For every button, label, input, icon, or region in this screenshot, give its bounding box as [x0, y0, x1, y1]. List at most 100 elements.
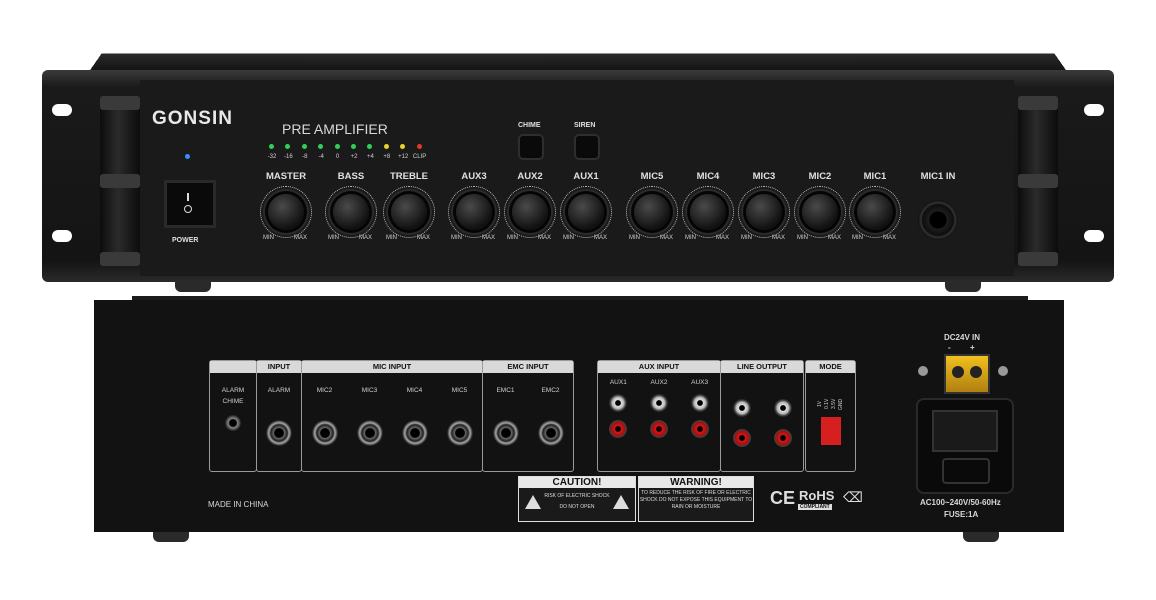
knob-min-label: MIN	[629, 235, 640, 241]
rack-hole	[52, 104, 72, 116]
aux-input-header: AUX INPUT	[598, 361, 720, 373]
emc-input-jack-emc1[interactable]	[492, 420, 519, 446]
knob-treble[interactable]	[391, 194, 427, 230]
line-output-rca-right-red[interactable]	[773, 429, 792, 447]
mic-input-column: MIC4	[401, 387, 428, 446]
knob-max-label: MAX	[594, 235, 608, 241]
mic-input-label: MIC3	[361, 387, 378, 394]
level-led	[334, 144, 340, 149]
emc-input-column: EMC1	[492, 387, 519, 446]
emc-input-header: EMC INPUT	[483, 361, 573, 373]
knob-max-label: MAX	[883, 235, 897, 241]
input-alarm-label: ALARM	[267, 387, 291, 394]
power-label: POWER	[172, 237, 199, 244]
aux-input-column: AUX1	[609, 379, 628, 438]
mic-input-label: MIC4	[406, 387, 423, 394]
knob-bass[interactable]	[333, 194, 369, 230]
rack-hole	[1084, 104, 1104, 116]
siren-label: SIREN	[574, 122, 596, 129]
chime-label-rear: CHIME	[222, 398, 244, 405]
aux-rca-red-aux3[interactable]	[690, 420, 709, 438]
level-led-label: +4	[366, 154, 374, 160]
right-handle[interactable]	[1018, 96, 1058, 266]
aux-input-label: AUX2	[650, 379, 668, 386]
level-led	[416, 144, 422, 149]
dc-plus: +	[970, 343, 975, 352]
weee-bin-icon: ⌫	[843, 489, 863, 505]
fuse-label: FUSE:1A	[944, 510, 979, 519]
knob-aux1[interactable]	[568, 194, 604, 230]
emc-input-label: EMC1	[496, 387, 515, 394]
rack-hole	[52, 230, 72, 242]
warning-line-2: SHOCK DO NOT EXPOSE THIS EQUIPMENT TO	[639, 497, 753, 503]
mode-section: MODE 1V 0.1V 3.5V GND	[805, 360, 856, 472]
mic-input-jack-mic3[interactable]	[356, 420, 383, 446]
knob-label-aux2: AUX2	[517, 171, 543, 182]
input-header: INPUT	[257, 361, 301, 373]
dc-terminal-block[interactable]	[944, 354, 990, 394]
knob-mic4[interactable]	[690, 194, 726, 230]
knob-max-label: MAX	[482, 235, 496, 241]
mic1-input-jack[interactable]	[918, 200, 958, 240]
foot	[175, 282, 211, 292]
knob-mic2[interactable]	[802, 194, 838, 230]
emc-input-jack-emc2[interactable]	[537, 420, 564, 446]
mic-input-column: MIC3	[356, 387, 383, 446]
line-output-rca-left-white[interactable]	[732, 399, 751, 417]
knob-min-label: MIN	[852, 235, 863, 241]
line-output-rca-right-white[interactable]	[773, 399, 792, 417]
aux-rca-white-aux3[interactable]	[690, 394, 709, 412]
knob-mic3[interactable]	[746, 194, 782, 230]
knob-master[interactable]	[268, 194, 304, 230]
mode-option-label: 1V	[817, 400, 823, 408]
level-led-label: -4	[318, 154, 324, 160]
power-switch[interactable]	[164, 180, 216, 228]
knob-label-aux3: AUX3	[461, 171, 487, 182]
mic-input-jack-mic4[interactable]	[401, 420, 428, 446]
mode-dip-switch[interactable]	[820, 417, 841, 445]
knob-min-label: MIN	[328, 235, 339, 241]
caution-label: CAUTION! RISK OF ELECTRIC SHOCK DO NOT O…	[518, 476, 636, 522]
rohs-mark: RoHS	[799, 488, 835, 503]
caution-title: CAUTION!	[519, 477, 635, 488]
knob-min-label: MIN	[451, 235, 462, 241]
ac-power-inlet[interactable]	[916, 398, 1014, 494]
lightning-triangle-icon	[613, 495, 629, 509]
mic-input-jack-mic5[interactable]	[446, 420, 473, 446]
alarm-label: ALARM	[221, 387, 245, 394]
knob-max-label: MAX	[716, 235, 730, 241]
line-output-rca-left-red[interactable]	[732, 429, 751, 447]
aux-rca-white-aux2[interactable]	[649, 394, 668, 412]
aux-rca-red-aux1[interactable]	[609, 420, 628, 438]
siren-button[interactable]	[574, 134, 600, 160]
knob-min-label: MIN	[386, 235, 397, 241]
aux-rca-white-aux1[interactable]	[609, 394, 628, 412]
knob-mic1[interactable]	[857, 194, 893, 230]
knob-label-aux1: AUX1	[573, 171, 599, 182]
chime-button[interactable]	[518, 134, 544, 160]
knob-mic5[interactable]	[634, 194, 670, 230]
knob-min-label: MIN	[263, 235, 274, 241]
alarm-input-jack[interactable]	[266, 420, 292, 446]
knob-label-mic2: MIC2	[808, 171, 832, 182]
knob-max-label: MAX	[828, 235, 842, 241]
warning-line-1: TO REDUCE THE RISK OF FIRE OR ELECTRIC	[641, 490, 751, 496]
aux-input-column: AUX3	[690, 379, 709, 438]
alarm-chime-section: ALARM CHIME	[209, 360, 257, 472]
knob-max-label: MAX	[538, 235, 552, 241]
mode-option-label: GND	[838, 398, 844, 410]
chime-jack[interactable]	[225, 415, 241, 431]
aux-rca-red-aux2[interactable]	[649, 420, 668, 438]
knob-min-label: MIN	[563, 235, 574, 241]
knob-min-label: MIN	[797, 235, 808, 241]
left-handle[interactable]	[100, 96, 140, 266]
knob-aux3[interactable]	[456, 194, 492, 230]
knob-label-bass: BASS	[337, 171, 365, 182]
knob-label-treble: TREBLE	[390, 171, 428, 182]
rack-hole	[1084, 230, 1104, 242]
rohs-compliant: COMPLIANT	[798, 504, 832, 510]
level-led-label: +12	[398, 154, 409, 160]
mic-input-jack-mic2[interactable]	[311, 420, 338, 446]
knob-aux2[interactable]	[512, 194, 548, 230]
warning-label: WARNING! TO REDUCE THE RISK OF FIRE OR E…	[638, 476, 754, 522]
